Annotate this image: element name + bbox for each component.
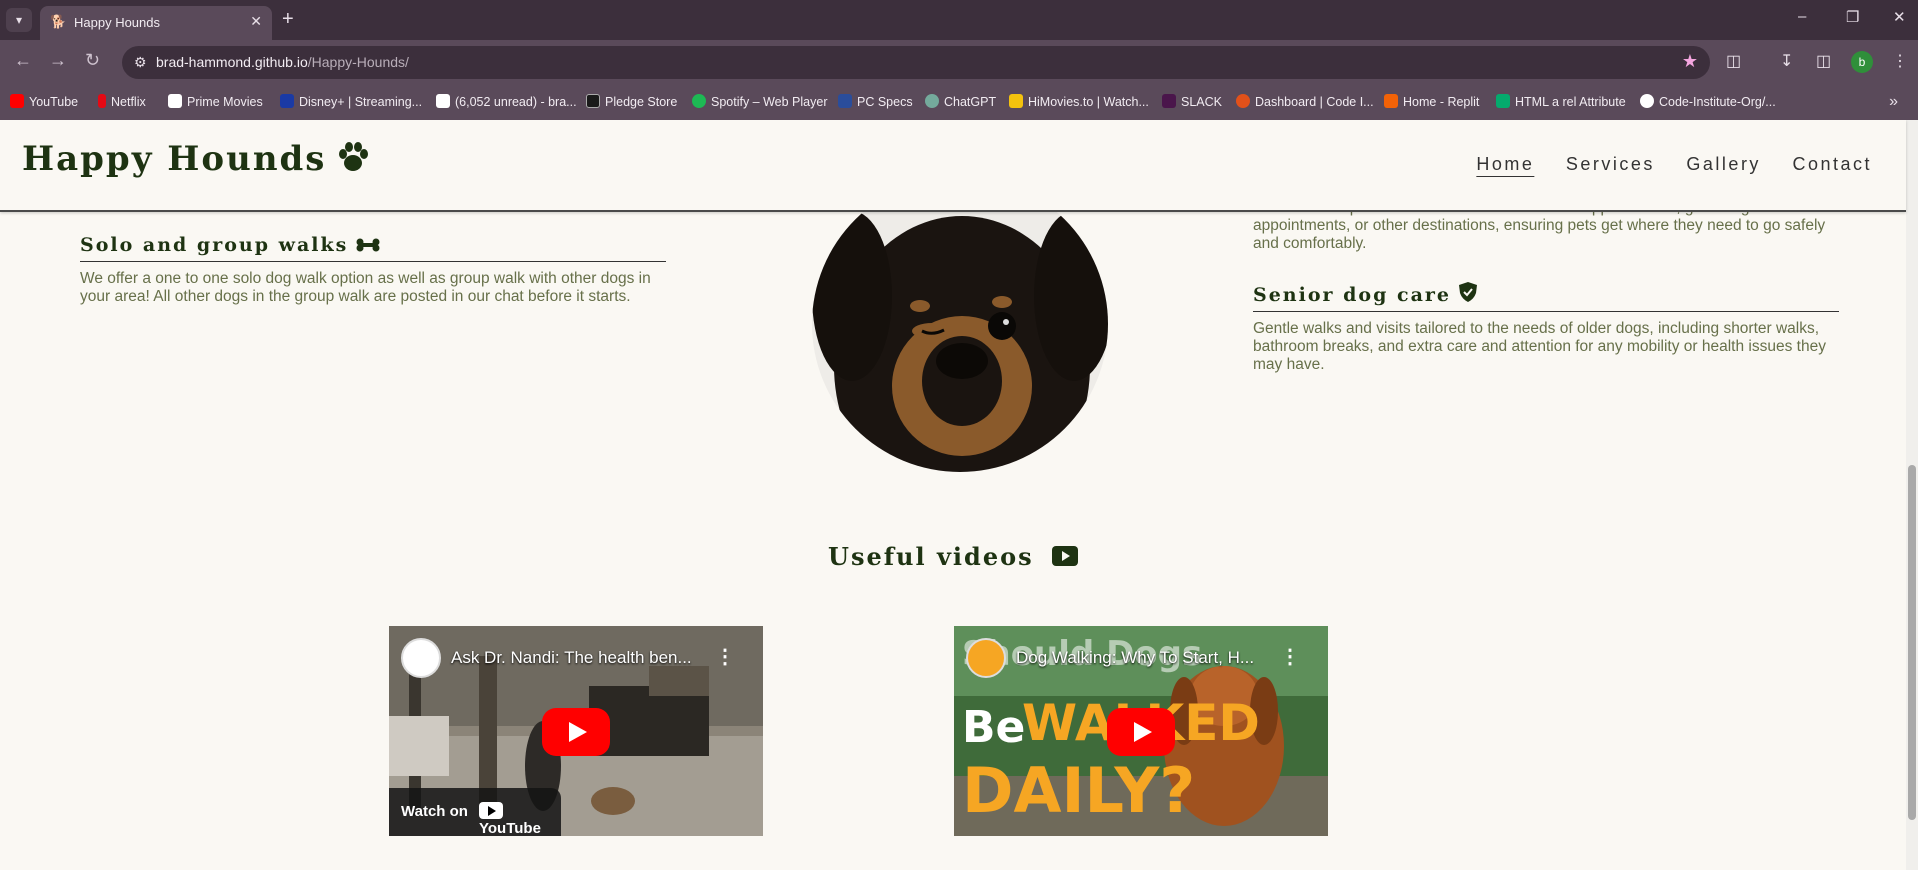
nav-contact[interactable]: Contact (1792, 154, 1872, 174)
amazon-icon (168, 94, 182, 108)
thumb-line3: DAILY? (962, 754, 1196, 827)
page-viewport: Happy Hounds Home Services Gallery Conta… (0, 120, 1918, 870)
video-1-menu-icon[interactable]: ⋮ (715, 644, 735, 669)
service-solo-title: Solo and group walks (80, 234, 666, 262)
code-institute-icon (1236, 94, 1250, 108)
back-icon[interactable]: ← (14, 50, 32, 71)
page-scrollbar[interactable] (1906, 120, 1918, 870)
thumb-line1: Be (962, 702, 1026, 753)
pc-specs-icon (838, 94, 852, 108)
youtube-logo-icon (479, 802, 503, 819)
bone-icon (356, 235, 380, 257)
bookmark-w3schools[interactable]: HTML a rel Attribute (1496, 85, 1626, 120)
shield-icon (1458, 282, 1477, 307)
service-solo-walks: Solo and group walks We offer a one to o… (80, 234, 666, 306)
minimize-button[interactable]: – (1798, 8, 1806, 25)
video-2-title[interactable]: Dog Walking: Why To Start, H... (1016, 648, 1254, 668)
site-header: Happy Hounds Home Services Gallery Conta… (0, 120, 1906, 212)
restore-button[interactable]: ❐ (1846, 8, 1859, 26)
bookmark-youtube[interactable]: YouTube (10, 85, 78, 120)
browser-toolbar: ← → ↻ ⚙ brad-hammond.github.io/Happy-Hou… (0, 40, 1918, 85)
menu-kebab-icon[interactable]: ⋮ (1892, 51, 1908, 71)
side-panel-icon[interactable]: ◫ (1816, 51, 1831, 71)
bookmark-chatgpt[interactable]: ChatGPT (925, 85, 996, 120)
pledge-icon (586, 94, 600, 108)
paw-icon (336, 141, 370, 181)
forward-icon[interactable]: → (49, 50, 67, 71)
youtube-icon (10, 94, 24, 108)
play-button[interactable] (542, 708, 610, 756)
tab-title: Happy Hounds (74, 15, 160, 30)
replit-icon (1384, 94, 1398, 108)
videos-heading: Useful videos (0, 542, 1906, 572)
bookmark-github[interactable]: Code-Institute-Org/... (1640, 85, 1776, 120)
slack-icon (1162, 94, 1176, 108)
nav-services[interactable]: Services (1566, 154, 1655, 174)
close-window-button[interactable]: ✕ (1893, 8, 1906, 26)
service-senior-text: Gentle walks and visits tailored to the … (1253, 320, 1826, 373)
disney-icon (280, 94, 294, 108)
address-bar[interactable]: ⚙ brad-hammond.github.io/Happy-Hounds/ ★ (122, 46, 1710, 79)
dog-favicon-icon: 🐕 (50, 14, 67, 29)
bookmark-himovies[interactable]: HiMovies.to | Watch... (1009, 85, 1149, 120)
downloads-icon[interactable]: ↧ (1780, 51, 1793, 71)
bookmark-pcspecs[interactable]: PC Specs (838, 85, 913, 120)
bookmark-netflix[interactable]: Netflix (98, 85, 146, 120)
bookmark-star-icon[interactable]: ★ (1682, 51, 1698, 72)
bookmark-prime[interactable]: Prime Movies (168, 85, 263, 120)
video-embed-1[interactable]: Ask Dr. Nandi: The health ben... ⋮ Watch… (389, 626, 763, 836)
bookmarks-bar: YouTube Netflix Prime Movies Disney+ | S… (0, 85, 1918, 120)
site-logo[interactable]: Happy Hounds (22, 139, 370, 181)
watch-on-youtube-button[interactable]: Watch on YouTube (389, 788, 561, 836)
video-1-title[interactable]: Ask Dr. Nandi: The health ben... (451, 648, 692, 668)
video-2-menu-icon[interactable]: ⋮ (1280, 644, 1300, 669)
bookmark-replit[interactable]: Home - Replit (1384, 85, 1479, 120)
github-icon (1640, 94, 1654, 108)
spotify-icon (692, 94, 706, 108)
close-tab-icon[interactable]: ✕ (250, 13, 262, 30)
bookmark-codeinstitute[interactable]: Dashboard | Code I... (1236, 85, 1374, 120)
bookmark-mail[interactable]: (6,052 unread) - bra... (436, 85, 577, 120)
nav-home[interactable]: Home (1476, 154, 1534, 174)
bookmark-disney[interactable]: Disney+ | Streaming... (280, 85, 422, 120)
service-senior-title: Senior dog care (1253, 282, 1839, 312)
scrollbar-thumb[interactable] (1908, 465, 1916, 820)
extensions-icon[interactable]: ◫ (1726, 51, 1741, 71)
service-solo-text: We offer a one to one solo dog walk opti… (80, 270, 651, 305)
himovies-icon (1009, 94, 1023, 108)
tab-search-button[interactable]: ▾ (6, 8, 32, 32)
main-nav: Home Services Gallery Contact (1452, 154, 1872, 175)
puppy-image (812, 176, 1108, 472)
bookmark-pledge[interactable]: Pledge Store (586, 85, 677, 120)
bookmark-spotify[interactable]: Spotify – Web Player (692, 85, 828, 120)
bookmark-slack[interactable]: SLACK (1162, 85, 1222, 120)
service-senior-care: Senior dog care Gentle walks and visits … (1253, 282, 1839, 374)
play-button[interactable] (1107, 708, 1175, 756)
channel-avatar[interactable] (966, 638, 1006, 678)
youtube-icon (1051, 543, 1078, 572)
channel-avatar[interactable] (401, 638, 441, 678)
reload-icon[interactable]: ↻ (85, 50, 100, 71)
profile-avatar[interactable]: b (1851, 51, 1873, 73)
site-info-icon[interactable]: ⚙ (134, 54, 147, 71)
browser-titlebar: ▾ 🐕 Happy Hounds ✕ + – ❐ ✕ (0, 0, 1918, 40)
browser-tab-active[interactable]: 🐕 Happy Hounds ✕ (40, 6, 272, 40)
video-embed-2[interactable]: Should Dogs Be WALKED DAILY? Dog Walking… (954, 626, 1328, 836)
more-bookmarks-icon[interactable]: » (1889, 93, 1898, 111)
chatgpt-icon (925, 94, 939, 108)
mail-icon (436, 94, 450, 108)
new-tab-button[interactable]: + (282, 8, 294, 30)
netflix-icon (98, 94, 106, 108)
nav-gallery[interactable]: Gallery (1686, 154, 1761, 174)
url-text[interactable]: brad-hammond.github.io/Happy-Hounds/ (156, 54, 409, 70)
w3schools-icon (1496, 94, 1510, 108)
